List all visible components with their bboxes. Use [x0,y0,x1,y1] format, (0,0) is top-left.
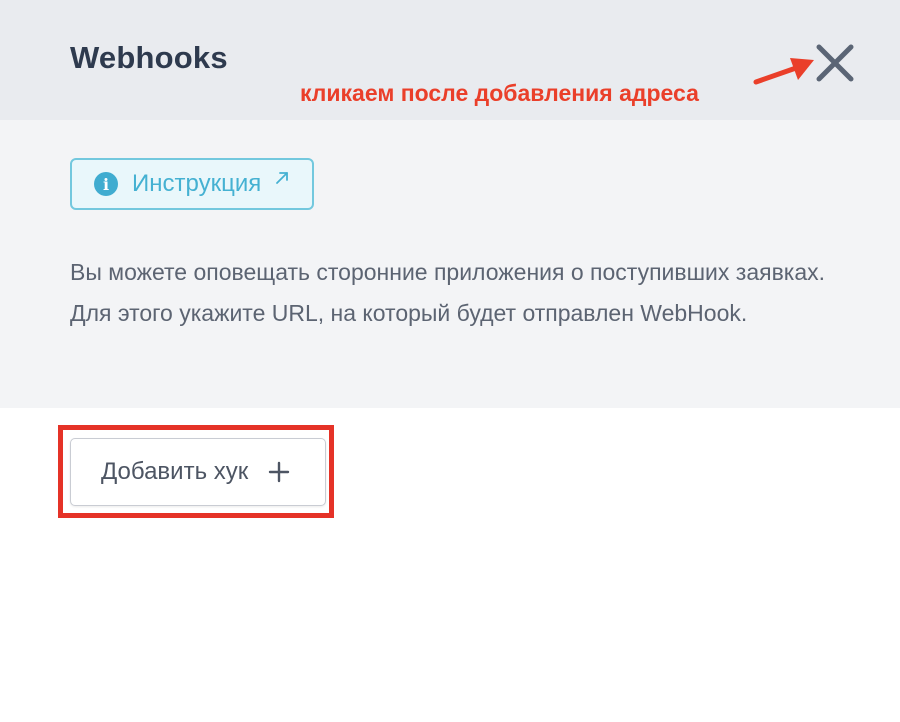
dialog-title: Webhooks [70,40,228,75]
annotation-text: кликаем после добавления адреса [300,80,699,106]
description-text: Вы можете оповещать сторонние приложения… [70,259,826,326]
add-hook-label: Добавить хук [101,458,249,485]
info-icon: i [94,172,118,196]
external-link-icon [276,172,289,184]
annotation-arrow-icon [753,58,814,85]
instruction-label: Инструкция [132,170,262,197]
instruction-button[interactable]: i Инструкция [70,158,314,210]
plus-icon [269,461,290,483]
close-button[interactable] [812,40,858,86]
add-hook-button[interactable]: Добавить хук [70,438,326,506]
close-icon [816,44,854,82]
